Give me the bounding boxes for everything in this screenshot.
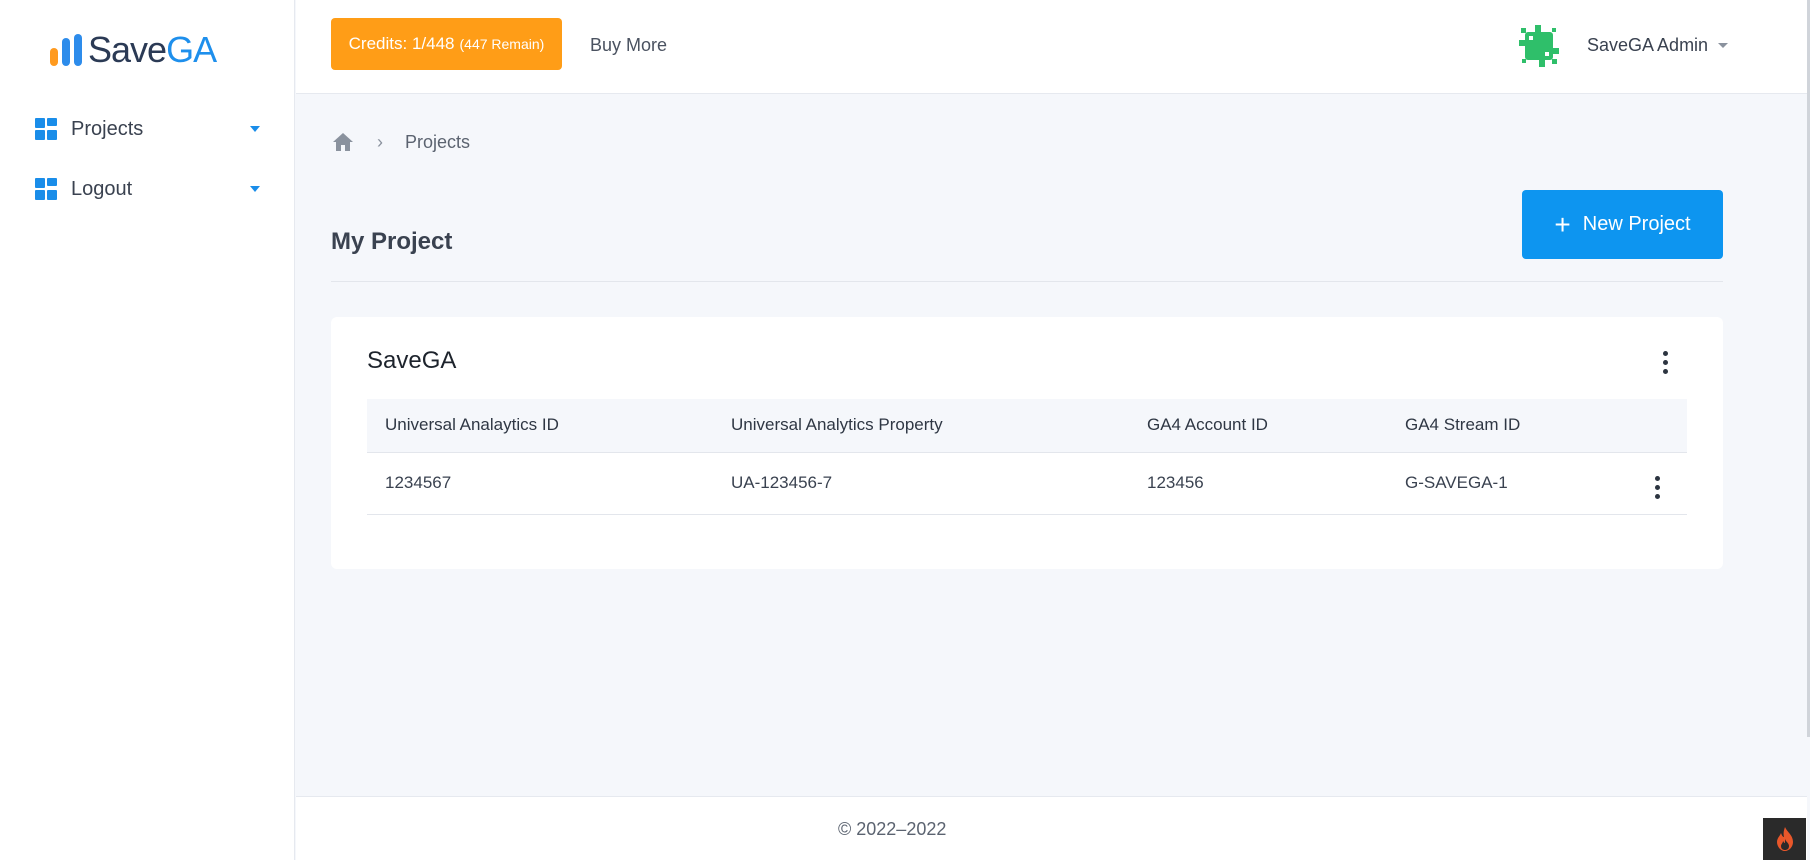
project-card-title: SaveGA <box>367 347 457 374</box>
plus-icon: + <box>1554 208 1571 240</box>
table-cell: UA-123456-7 <box>713 452 1129 515</box>
caret-down-icon <box>250 126 260 132</box>
buy-more-link[interactable]: Buy More <box>590 35 667 56</box>
sidebar: SaveGA Projects Logout <box>0 0 295 860</box>
breadcrumb-current: Projects <box>405 131 471 152</box>
card-more-options-icon[interactable] <box>1653 350 1677 374</box>
project-table: Universal Analaytics ID Universal Analyt… <box>367 399 1687 515</box>
caret-down-icon <box>1718 43 1729 48</box>
column-header: Universal Analaytics ID <box>367 399 713 453</box>
credits-label: Credits: 1/448 <box>348 34 455 53</box>
table-header-row: Universal Analaytics ID Universal Analyt… <box>367 399 1687 453</box>
logo-bars-icon <box>50 34 82 66</box>
row-more-options-icon[interactable] <box>1645 476 1669 500</box>
savega-logo[interactable]: SaveGA <box>50 29 217 70</box>
section-divider <box>331 281 1723 282</box>
sidebar-item-projects[interactable]: Projects <box>35 109 265 149</box>
logo-text-ga: GA <box>166 29 217 70</box>
top-header: Credits: 1/448 (447 Remain) Buy More Sav… <box>296 0 1807 94</box>
grid-icon <box>35 118 57 140</box>
user-name-label: SaveGA Admin <box>1587 35 1709 55</box>
caret-down-icon <box>250 186 260 192</box>
breadcrumb: › Projects <box>331 130 470 154</box>
flame-icon[interactable] <box>1763 818 1806 860</box>
new-project-label: New Project <box>1582 213 1691 235</box>
page-title: My Project <box>331 228 453 255</box>
new-project-button[interactable]: + New Project <box>1522 190 1723 259</box>
table-row[interactable]: 1234567 UA-123456-7 123456 G-SAVEGA-1 <box>367 452 1687 515</box>
credits-badge[interactable]: Credits: 1/448 (447 Remain) <box>331 18 562 70</box>
grid-icon <box>35 178 57 200</box>
column-header: GA4 Account ID <box>1129 399 1387 453</box>
user-menu[interactable]: SaveGA Admin <box>1587 35 1729 56</box>
project-card: SaveGA Universal Analaytics ID Universal… <box>331 317 1723 569</box>
copyright-text: © 2022–2022 <box>838 819 947 839</box>
table-cell: 123456 <box>1129 452 1387 515</box>
table-cell-actions <box>1627 452 1687 515</box>
column-header-actions <box>1627 399 1687 453</box>
sidebar-item-label: Logout <box>71 177 133 200</box>
logo-text: SaveGA <box>88 29 217 70</box>
logo-text-save: Save <box>88 29 167 70</box>
table-cell: 1234567 <box>367 452 713 515</box>
sidebar-item-label: Projects <box>71 117 144 140</box>
avatar[interactable] <box>1515 22 1563 70</box>
credits-remain: (447 Remain) <box>459 36 545 52</box>
footer: © 2022–2022 <box>296 796 1807 860</box>
home-icon[interactable] <box>331 130 355 154</box>
column-header: Universal Analytics Property <box>713 399 1129 453</box>
table-cell: G-SAVEGA-1 <box>1387 452 1627 515</box>
column-header: GA4 Stream ID <box>1387 399 1627 453</box>
sidebar-item-logout[interactable]: Logout <box>35 169 265 209</box>
chevron-right-icon: › <box>377 131 383 152</box>
